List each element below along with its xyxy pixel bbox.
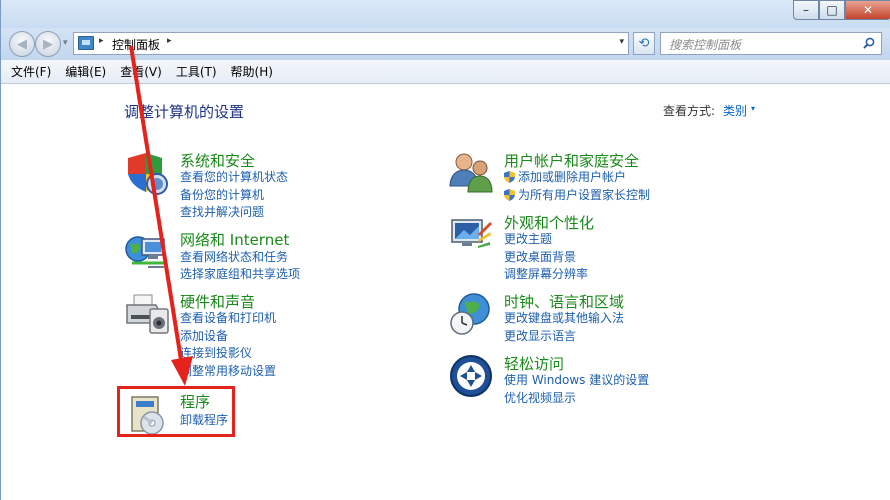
shield-icon [128, 153, 168, 195]
maximize-button[interactable]: □ [819, 0, 845, 20]
link-label: 为所有用户设置家长控制 [518, 188, 651, 202]
link-homegroup-sharing[interactable]: 选择家庭组和共享选项 [180, 265, 300, 282]
link-mobility-settings[interactable]: 调整常用移动设置 [180, 362, 276, 379]
menu-tools[interactable]: 工具(T) [176, 63, 217, 80]
link-backup-computer[interactable]: 备份您的计算机 [180, 186, 264, 203]
link-add-device[interactable]: 添加设备 [180, 327, 228, 344]
link-network-status[interactable]: 查看网络状态和任务 [180, 248, 288, 265]
link-display-language[interactable]: 更改显示语言 [504, 327, 576, 344]
link-add-remove-accounts[interactable]: 添加或删除用户帐户 [504, 168, 626, 185]
view-by-label: 查看方式: [663, 104, 716, 118]
view-by-dropdown[interactable]: 类别 [723, 102, 747, 119]
menu-file[interactable]: 文件(F) [11, 63, 51, 80]
chevron-down-icon[interactable]: ▾ [751, 104, 755, 113]
close-button[interactable]: ✕ [845, 0, 890, 20]
menu-edit[interactable]: 编辑(E) [65, 63, 106, 80]
link-optimize-visual-display[interactable]: 优化视频显示 [504, 389, 576, 406]
back-button[interactable]: ◀ [9, 31, 35, 57]
control-panel-icon [78, 36, 94, 50]
menu-bar: 文件(F) 编辑(E) 查看(V) 工具(T) 帮助(H) [1, 60, 890, 84]
menu-help[interactable]: 帮助(H) [231, 63, 273, 80]
control-panel-window: – □ ✕ ◀ ▶ ▾ ▸ 控制面板 ▸ ▾ ⟲ 搜索控制面板 文件(F) 编辑… [0, 0, 890, 500]
breadcrumb-separator-icon[interactable]: ▸ [167, 36, 172, 46]
uac-shield-icon [504, 171, 515, 183]
breadcrumb-control-panel[interactable]: 控制面板 [112, 36, 160, 53]
search-icon[interactable] [863, 37, 875, 49]
link-windows-suggested-settings[interactable]: 使用 Windows 建议的设置 [504, 371, 649, 388]
users-icon [449, 153, 493, 193]
address-dropdown-icon[interactable]: ▾ [619, 37, 624, 47]
navigation-bar: ◀ ▶ ▾ ▸ 控制面板 ▸ ▾ ⟲ 搜索控制面板 [1, 28, 890, 60]
link-connect-projector[interactable]: 连接到投影仪 [180, 344, 252, 361]
refresh-button[interactable]: ⟲ [633, 32, 655, 55]
category-title[interactable]: 网络和 Internet [180, 229, 289, 250]
search-placeholder: 搜索控制面板 [669, 38, 742, 52]
ease-of-access-icon [450, 355, 492, 397]
refresh-icon: ⟲ [638, 36, 650, 51]
link-troubleshoot[interactable]: 查找并解决问题 [180, 203, 264, 220]
link-view-computer-status[interactable]: 查看您的计算机状态 [180, 168, 288, 185]
link-desktop-background[interactable]: 更改桌面背景 [504, 248, 576, 265]
link-devices-printers[interactable]: 查看设备和打印机 [180, 309, 276, 326]
menu-view[interactable]: 查看(V) [120, 63, 162, 80]
page-title: 调整计算机的设置 [124, 103, 245, 121]
clock-globe-icon [450, 293, 490, 335]
title-bar[interactable]: – □ ✕ [1, 0, 890, 28]
search-input[interactable]: 搜索控制面板 [660, 32, 882, 55]
address-bar[interactable]: ▸ 控制面板 ▸ ▾ [73, 32, 629, 55]
link-screen-resolution[interactable]: 调整屏幕分辨率 [504, 265, 588, 282]
caption-buttons: – □ ✕ [793, 0, 890, 22]
annotation-highlight-box [117, 386, 235, 437]
breadcrumb-separator-icon[interactable]: ▸ [99, 36, 104, 46]
link-change-theme[interactable]: 更改主题 [504, 230, 552, 247]
printer-icon [126, 294, 169, 334]
link-keyboard-input[interactable]: 更改键盘或其他输入法 [504, 309, 624, 326]
forward-button[interactable]: ▶ [35, 31, 61, 57]
network-globe-icon [125, 236, 165, 268]
uac-shield-icon [504, 189, 515, 201]
minimize-button[interactable]: – [793, 0, 819, 20]
link-label: 添加或删除用户帐户 [518, 170, 627, 184]
recent-pages-dropdown-icon[interactable]: ▾ [63, 38, 68, 48]
appearance-monitor-icon [451, 219, 492, 248]
link-parental-controls[interactable]: 为所有用户设置家长控制 [504, 186, 650, 203]
